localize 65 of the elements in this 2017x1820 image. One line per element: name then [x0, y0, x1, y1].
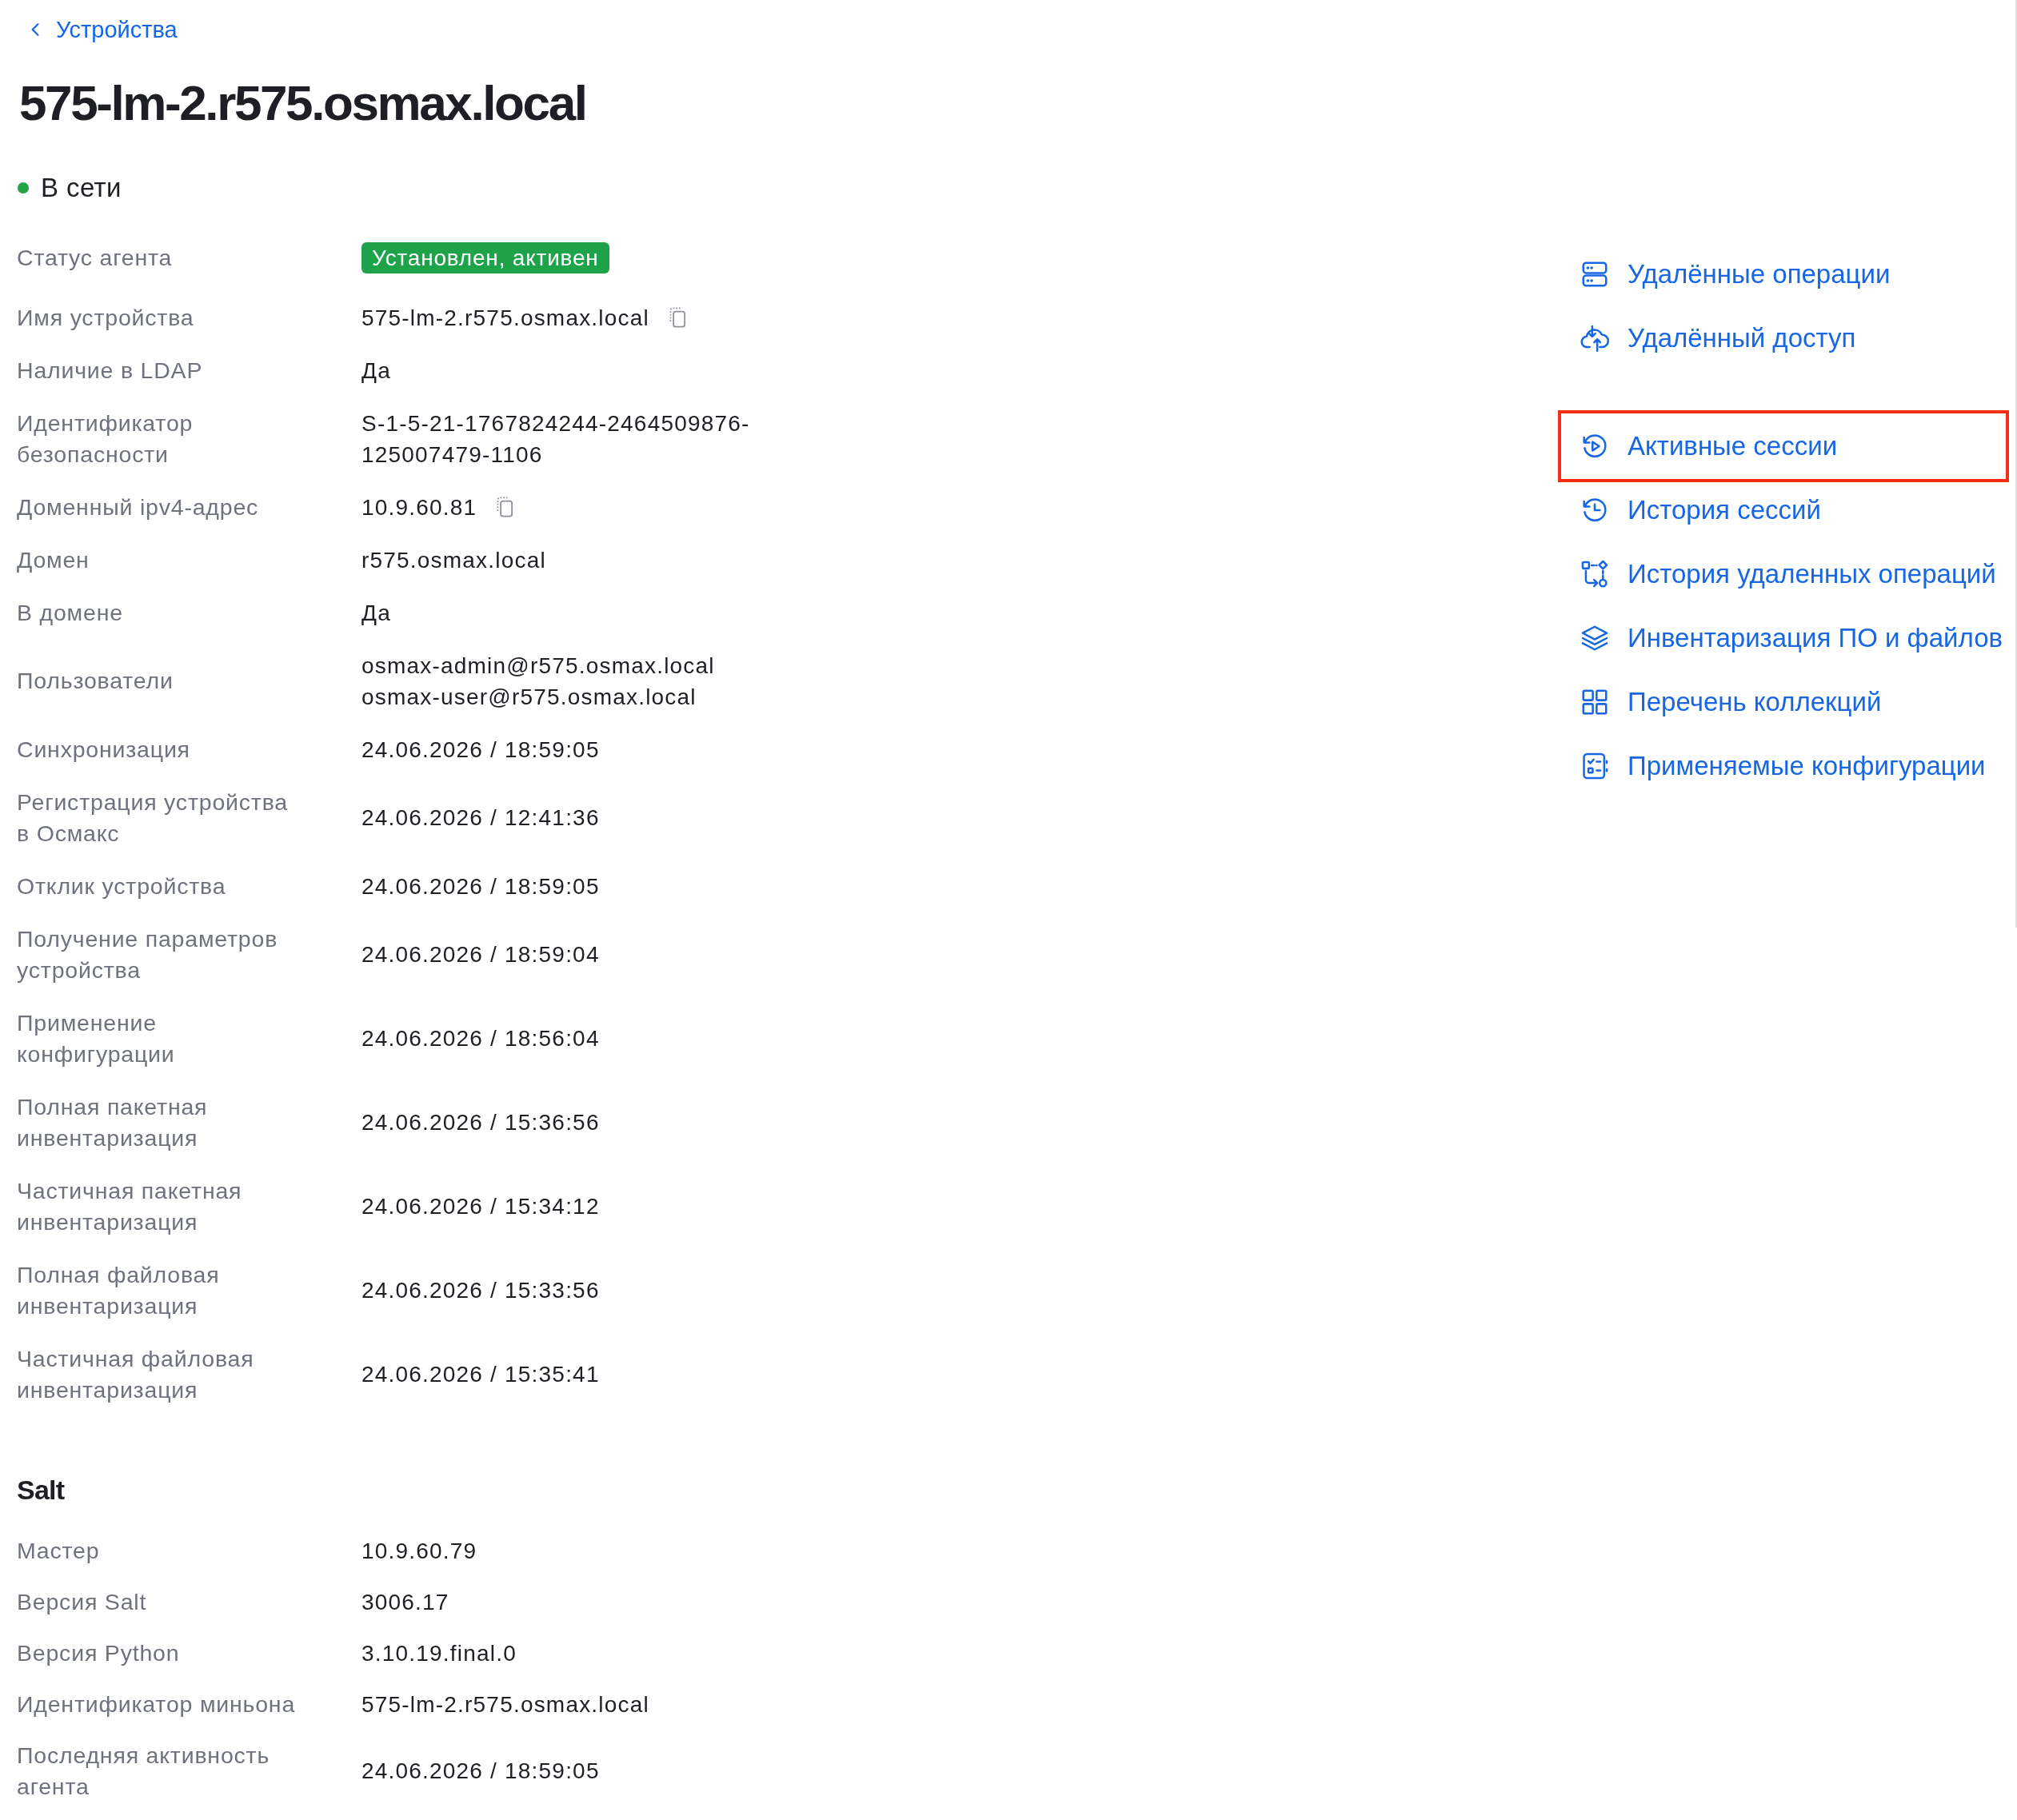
field-value: r575.osmax.local: [361, 546, 546, 574]
action-link[interactable]: Инвентаризация ПО и файлов: [1558, 606, 2009, 670]
copy-button[interactable]: [668, 307, 686, 328]
field-label: Частичная файловая инвентаризация: [17, 1344, 255, 1404]
field-label: Доменный ipv4-адрес: [17, 493, 260, 521]
field-value: S-1-5-21-1767824244-2464509876-125007479-1106: [361, 409, 751, 469]
field-label: Получение параметров устройства: [17, 924, 279, 984]
back-link[interactable]: Устройства: [17, 14, 178, 46]
field-label: Пользователи: [17, 667, 174, 695]
field-label: Имя устройства: [17, 303, 195, 332]
section-heading: Salt: [17, 1474, 65, 1507]
field-label: Идентификатор миньона: [17, 1690, 297, 1718]
action-link[interactable]: Применяемые конфигурации: [1558, 734, 2009, 798]
field-value: 24.06.2026 / 18:59:05: [361, 736, 600, 764]
field-label: Синхронизация: [17, 735, 191, 764]
field-label: Последняя активность агента: [17, 1741, 271, 1801]
field-value: 3006.17: [361, 1588, 449, 1616]
field-value: 575-lm-2.r575.osmax.local: [361, 1690, 649, 1718]
field-label: Отклик устройства: [17, 872, 227, 900]
action-link[interactable]: Перечень коллекций: [1558, 670, 2009, 734]
page-title: 575-lm-2.r575.osmax.local: [19, 74, 586, 132]
field-label: Статус агента: [17, 244, 174, 272]
field-label: Наличие в LDAP: [17, 356, 204, 385]
grid-icon: [1580, 687, 1610, 717]
field-value: 24.06.2026 / 18:59:04: [361, 941, 600, 968]
field-label: Домен: [17, 545, 90, 574]
field-value: 24.06.2026 / 18:56:04: [361, 1025, 600, 1052]
field-value: 575-lm-2.r575.osmax.local: [361, 304, 649, 332]
copy-icon: [668, 307, 686, 328]
server-icon: [1580, 259, 1610, 289]
action-link[interactable]: Активные сессии: [1558, 410, 2009, 482]
field-value: 10.9.60.79: [361, 1537, 477, 1565]
field-value: 3.10.19.final.0: [361, 1639, 517, 1667]
field-value: 24.06.2026 / 18:59:05: [361, 872, 600, 900]
field-value: 24.06.2026 / 15:34:12: [361, 1193, 600, 1220]
field-value: 24.06.2026 / 15:33:56: [361, 1277, 600, 1304]
field-value: 10.9.60.81: [361, 493, 477, 521]
field-label: Полная файловая инвентаризация: [17, 1260, 221, 1320]
cloud-arrows-icon: [1580, 323, 1610, 353]
field-label: Частичная пакетная инвентаризация: [17, 1176, 243, 1236]
action-link[interactable]: История удаленных операций: [1558, 542, 2009, 606]
status-badge: Установлен, активен: [361, 242, 609, 273]
field-label: В домене: [17, 598, 124, 627]
copy-button[interactable]: [496, 497, 514, 517]
field-value: Да: [361, 357, 391, 385]
workflow-icon: [1580, 559, 1610, 589]
field-label: Применение конфигурации: [17, 1008, 176, 1068]
field-value: 24.06.2026 / 18:59:05: [361, 1758, 600, 1785]
field-label: Мастер: [17, 1536, 101, 1565]
status-label: В сети: [41, 172, 122, 204]
field-value: osmax-admin@r575.osmax.local: [361, 652, 715, 680]
field-value: 24.06.2026 / 15:36:56: [361, 1109, 600, 1136]
field-label: Полная пакетная инвентаризация: [17, 1092, 209, 1152]
copy-icon: [496, 497, 514, 517]
field-label: Идентификатор безопасности: [17, 409, 194, 469]
action-link[interactable]: Удалённые операции: [1558, 242, 2009, 306]
field-label: Версия Python: [17, 1638, 181, 1667]
action-link[interactable]: Удалённый доступ: [1558, 306, 2009, 370]
chevron-left-icon: [30, 22, 40, 37]
field-value: Да: [361, 599, 391, 627]
field-label: Регистрация устройства в Осмакс: [17, 788, 289, 848]
field-value: 24.06.2026 / 15:35:41: [361, 1361, 600, 1388]
field-value: 24.06.2026 / 12:41:36: [361, 804, 600, 832]
field-label: Версия Salt: [17, 1587, 148, 1616]
field-value: osmax-user@r575.osmax.local: [361, 683, 697, 711]
